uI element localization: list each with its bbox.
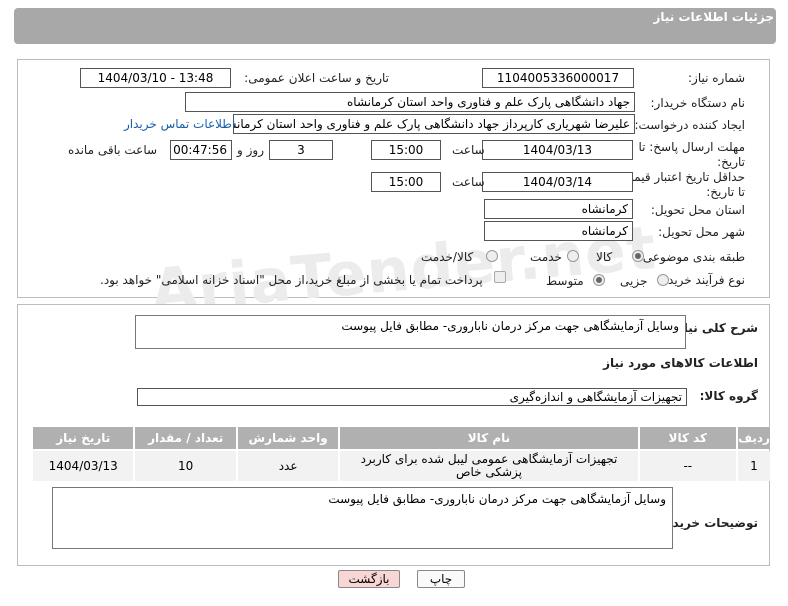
price-validity-time-field: 15:00: [371, 172, 441, 192]
buyer-org-field: جهاد دانشگاهی پارک علم و فناوری واحد است…: [185, 92, 635, 112]
category-both-label: کالا/خدمت: [421, 250, 474, 264]
city-field: کرمانشاه: [484, 221, 633, 241]
province-field: کرمانشاه: [484, 199, 633, 219]
back-button[interactable]: بازگشت: [338, 570, 400, 588]
goods-info-title: اطلاعات کالاهای مورد نیاز: [603, 356, 758, 370]
deadline-time-field: 15:00: [371, 140, 441, 160]
category-both-radio[interactable]: [486, 250, 498, 262]
category-service-label: خدمت: [530, 250, 562, 264]
category-goods-label: کالا: [596, 250, 613, 264]
col-qty-header: تعداد / مقدار: [135, 427, 236, 449]
category-label: طبقه بندی موضوعی:: [638, 250, 745, 264]
page-title: جزئیات اطلاعات نیاز: [653, 10, 774, 24]
deadline-label: مهلت ارسال پاسخ: تا تاریخ:: [638, 140, 745, 169]
col-name-header: نام کالا: [340, 427, 638, 449]
general-desc-text: وسایل آزمایشگاهی جهت مرکز درمان ناباروری…: [341, 319, 679, 333]
process-label: نوع فرآیند خرید :: [660, 273, 745, 287]
col-code-header: کد کالا: [639, 427, 736, 449]
announce-field: 1404/03/10 - 13:48: [80, 68, 231, 88]
general-desc-textarea[interactable]: وسایل آزمایشگاهی جهت مرکز درمان ناباروری…: [135, 315, 686, 349]
announce-label: تاریخ و ساعت اعلان عمومی:: [244, 71, 389, 85]
price-validity-label: حداقل تاریخ اعتبار قیمت: تا تاریخ:: [618, 170, 745, 199]
days-field: 3: [269, 140, 333, 160]
cell-name: تجهیزات آزمایشگاهی عمومی لیبل شده برای ک…: [340, 451, 638, 481]
process-medium-label: متوسط: [546, 274, 584, 288]
print-button[interactable]: چاپ: [417, 570, 465, 588]
deadline-time-label: ساعت: [452, 143, 485, 157]
buyer-notes-text: وسایل آزمایشگاهی جهت مرکز درمان ناباروری…: [328, 492, 666, 506]
table-row: 1 -- تجهیزات آزمایشگاهی عمومی لیبل شده ب…: [33, 451, 770, 481]
cell-qty: 10: [135, 451, 236, 481]
city-label: شهر محل تحویل:: [658, 225, 745, 239]
remaining-time-field: 00:47:56: [170, 140, 232, 160]
cell-code: --: [639, 451, 736, 481]
category-service-radio[interactable]: [567, 250, 579, 262]
process-minor-radio[interactable]: [657, 274, 669, 286]
requester-label: ایجاد کننده درخواست:: [634, 118, 745, 132]
col-unit-header: واحد شمارش: [237, 427, 339, 449]
deadline-date-field: 1404/03/13: [482, 140, 633, 160]
process-minor-label: جزیی: [620, 274, 648, 288]
goods-group-label: گروه کالا:: [699, 389, 758, 403]
goods-table: ردیف کد کالا نام کالا واحد شمارش تعداد /…: [31, 425, 772, 483]
cell-row-number: 1: [738, 451, 770, 481]
col-row-header: ردیف: [738, 427, 770, 449]
days-label: روز و: [237, 143, 264, 157]
price-validity-time-label: ساعت: [452, 175, 485, 189]
buyer-org-label: نام دستگاه خریدار:: [650, 96, 746, 110]
col-date-header: تاریخ نیاز: [33, 427, 134, 449]
cell-date: 1404/03/13: [33, 451, 134, 481]
buyer-notes-textarea[interactable]: وسایل آزمایشگاهی جهت مرکز درمان ناباروری…: [52, 487, 673, 549]
buyer-contact-link[interactable]: اطلاعات تماس خریدار: [124, 117, 235, 131]
province-label: استان محل تحویل:: [650, 203, 745, 217]
treasury-checkbox[interactable]: [494, 271, 506, 283]
table-header-row: ردیف کد کالا نام کالا واحد شمارش تعداد /…: [33, 427, 770, 449]
need-number-field: 1104005336000017: [482, 68, 634, 88]
requester-field: علیرضا شهریاری کارپرداز جهاد دانشگاهی پا…: [233, 114, 635, 134]
cell-unit: عدد: [237, 451, 339, 481]
category-goods-radio[interactable]: [632, 250, 644, 262]
price-validity-date-field: 1404/03/14: [482, 172, 633, 192]
payment-note: پرداخت تمام یا بخشی از مبلغ خرید،از محل …: [100, 273, 483, 287]
goods-group-field: تجهیزات آزمایشگاهی و اندازه‌گیری: [137, 388, 687, 406]
need-number-label: شماره نیاز:: [688, 71, 745, 85]
remaining-label: ساعت باقی مانده: [68, 143, 158, 157]
process-medium-radio[interactable]: [593, 274, 605, 286]
